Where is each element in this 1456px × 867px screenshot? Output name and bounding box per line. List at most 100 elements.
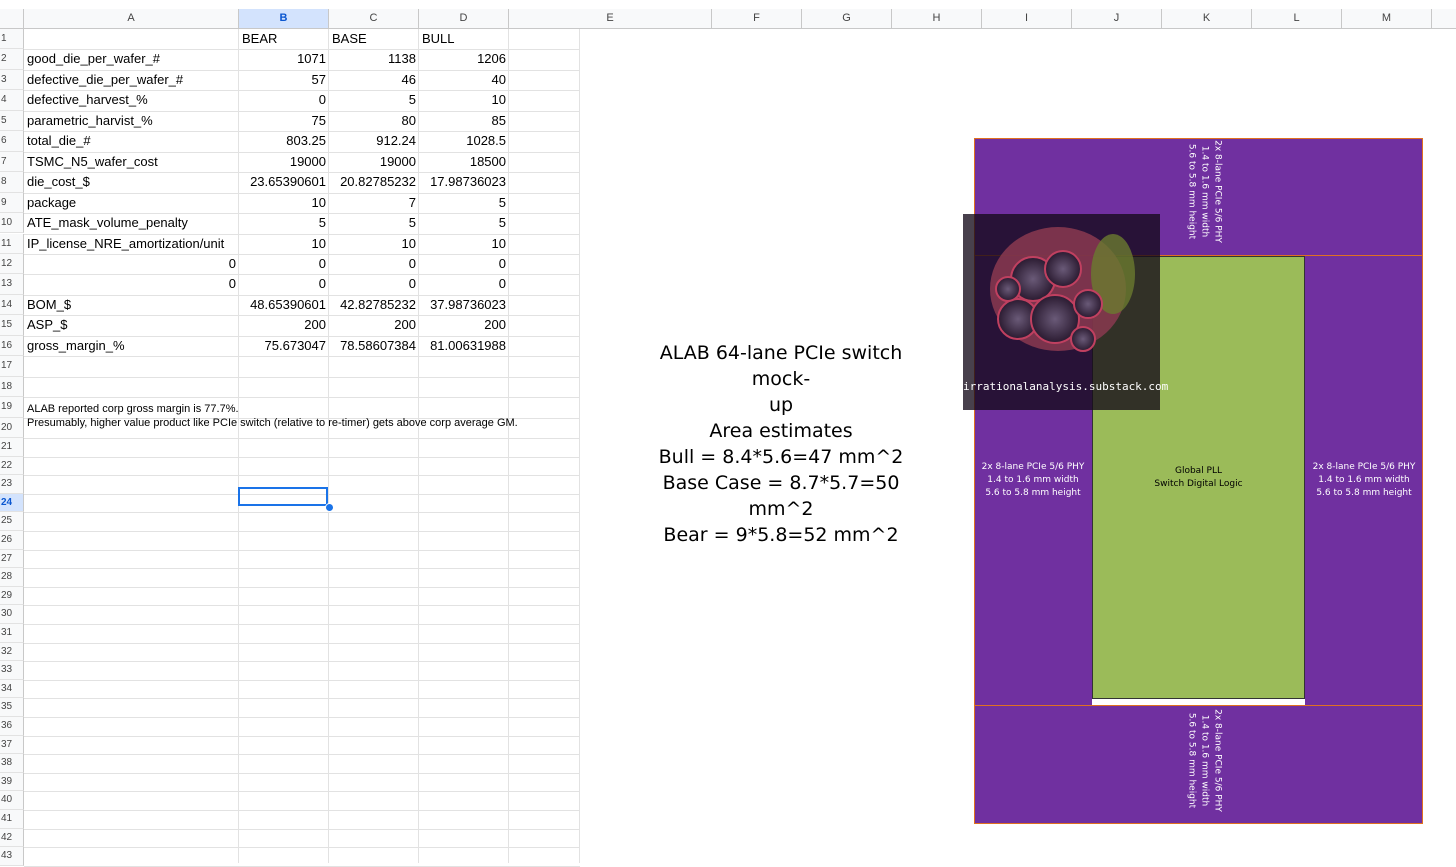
cell-bear-value[interactable]: 10: [239, 193, 326, 213]
row-header[interactable]: 38: [0, 754, 24, 773]
cell-bear-value[interactable]: 75: [239, 111, 326, 131]
cell-label[interactable]: parametric_harvist_%: [27, 111, 153, 131]
row-header[interactable]: 29: [0, 586, 24, 606]
row-header[interactable]: 17: [0, 356, 24, 377]
cell-a19-note[interactable]: ALAB reported corp gross margin is 77.7%…: [27, 402, 239, 416]
row-header[interactable]: 30: [0, 605, 24, 624]
area-estimates-textbox[interactable]: ALAB 64-lane PCIe switch mock- up Area e…: [630, 340, 932, 548]
row-header[interactable]: 16: [0, 335, 24, 357]
cell-bull-value[interactable]: 17.98736023: [419, 172, 506, 192]
active-cell-b24[interactable]: [238, 487, 328, 506]
fill-handle[interactable]: [325, 503, 334, 512]
cell-bull-value[interactable]: 200: [419, 315, 506, 335]
cell-bull-value[interactable]: 5: [419, 193, 506, 213]
cell-bear-value[interactable]: 75.673047: [239, 336, 326, 356]
row-header[interactable]: 2: [0, 49, 24, 70]
cell-bull-value[interactable]: 85: [419, 111, 506, 131]
cell-base-value[interactable]: 78.58607384: [329, 336, 416, 356]
row-header[interactable]: 33: [0, 661, 24, 680]
row-header[interactable]: 37: [0, 735, 24, 755]
row-header[interactable]: 5: [0, 110, 24, 132]
cell-base-value[interactable]: 5: [329, 213, 416, 233]
cell-base-value[interactable]: 42.82785232: [329, 295, 416, 315]
row-header[interactable]: 32: [0, 642, 24, 662]
cell-bear-value[interactable]: 23.65390601: [239, 172, 326, 192]
cell-label[interactable]: good_die_per_wafer_#: [27, 49, 160, 69]
cell-base-value[interactable]: 7: [329, 193, 416, 213]
row-header[interactable]: 1: [0, 29, 24, 50]
cell-base-value[interactable]: 10: [329, 234, 416, 254]
cell-label[interactable]: ASP_$: [27, 315, 67, 335]
row-header[interactable]: 31: [0, 624, 24, 643]
cell-label[interactable]: BOM_$: [27, 295, 71, 315]
cell-bear-value[interactable]: 48.65390601: [239, 295, 326, 315]
row-header[interactable]: 7: [0, 151, 24, 173]
cell-label[interactable]: gross_margin_%: [27, 336, 125, 356]
cell-b1[interactable]: BEAR: [242, 29, 277, 49]
row-header[interactable]: 8: [0, 172, 24, 193]
column-header-h[interactable]: H: [892, 9, 982, 29]
cell-bull-value[interactable]: 18500: [419, 152, 506, 172]
row-header[interactable]: 14: [0, 294, 24, 316]
cell-label[interactable]: TSMC_N5_wafer_cost: [27, 152, 158, 172]
row-header[interactable]: 41: [0, 810, 24, 829]
row-header[interactable]: 18: [0, 376, 24, 398]
cell-bull-value[interactable]: 0: [419, 254, 506, 274]
cell-base-value[interactable]: 80: [329, 111, 416, 131]
cell-base-value[interactable]: 1138: [329, 49, 416, 69]
column-header-d[interactable]: D: [419, 9, 509, 29]
cell-bull-value[interactable]: 81.00631988: [419, 336, 506, 356]
cell-label[interactable]: package: [27, 193, 76, 213]
row-header[interactable]: 27: [0, 549, 24, 569]
cell-label[interactable]: total_die_#: [27, 131, 91, 151]
cell-a-value[interactable]: 0: [24, 254, 236, 274]
cell-bear-value[interactable]: 803.25: [239, 131, 326, 151]
cell-bear-value[interactable]: 0: [239, 274, 326, 294]
cell-bull-value[interactable]: 37.98736023: [419, 295, 506, 315]
row-header[interactable]: 13: [0, 274, 24, 295]
row-header[interactable]: 34: [0, 679, 24, 699]
cell-base-value[interactable]: 0: [329, 254, 416, 274]
cell-base-value[interactable]: 46: [329, 70, 416, 90]
cell-bull-value[interactable]: 10: [419, 90, 506, 110]
column-header-b[interactable]: B: [239, 9, 329, 29]
row-header[interactable]: 20: [0, 417, 24, 438]
row-header[interactable]: 12: [0, 253, 24, 275]
cell-bull-value[interactable]: 40: [419, 70, 506, 90]
column-header-e[interactable]: E: [509, 9, 712, 29]
cell-bear-value[interactable]: 10: [239, 234, 326, 254]
column-header-c[interactable]: C: [329, 9, 419, 29]
column-header-i[interactable]: I: [982, 9, 1072, 29]
column-header-m[interactable]: M: [1342, 9, 1432, 29]
cell-bull-value[interactable]: 0: [419, 274, 506, 294]
row-header[interactable]: 11: [0, 233, 24, 254]
cell-bull-value[interactable]: 10: [419, 234, 506, 254]
row-header[interactable]: 22: [0, 456, 24, 476]
column-header-l[interactable]: L: [1252, 9, 1342, 29]
row-header[interactable]: 10: [0, 213, 24, 234]
cell-bear-value[interactable]: 200: [239, 315, 326, 335]
cell-bull-value[interactable]: 1206: [419, 49, 506, 69]
cell-bear-value[interactable]: 1071: [239, 49, 326, 69]
cell-a-value[interactable]: 0: [24, 274, 236, 294]
cell-label[interactable]: die_cost_$: [27, 172, 90, 192]
column-header-j[interactable]: J: [1072, 9, 1162, 29]
row-header[interactable]: 39: [0, 772, 24, 792]
row-header[interactable]: 9: [0, 192, 24, 214]
column-header-next[interactable]: [1432, 9, 1456, 29]
row-header[interactable]: 42: [0, 828, 24, 848]
row-header[interactable]: 28: [0, 568, 24, 587]
cell-d1[interactable]: BULL: [422, 29, 455, 49]
cell-c1[interactable]: BASE: [332, 29, 367, 49]
cell-base-value[interactable]: 5: [329, 90, 416, 110]
row-header[interactable]: 4: [0, 90, 24, 111]
column-header-g[interactable]: G: [802, 9, 892, 29]
row-header[interactable]: 19: [0, 397, 24, 418]
row-header[interactable]: 6: [0, 131, 24, 152]
row-header[interactable]: 36: [0, 717, 24, 736]
cell-bear-value[interactable]: 5: [239, 213, 326, 233]
select-all-corner[interactable]: [0, 9, 24, 29]
row-header[interactable]: 26: [0, 531, 24, 550]
cell-label[interactable]: defective_harvest_%: [27, 90, 148, 110]
row-header[interactable]: 3: [0, 69, 24, 91]
